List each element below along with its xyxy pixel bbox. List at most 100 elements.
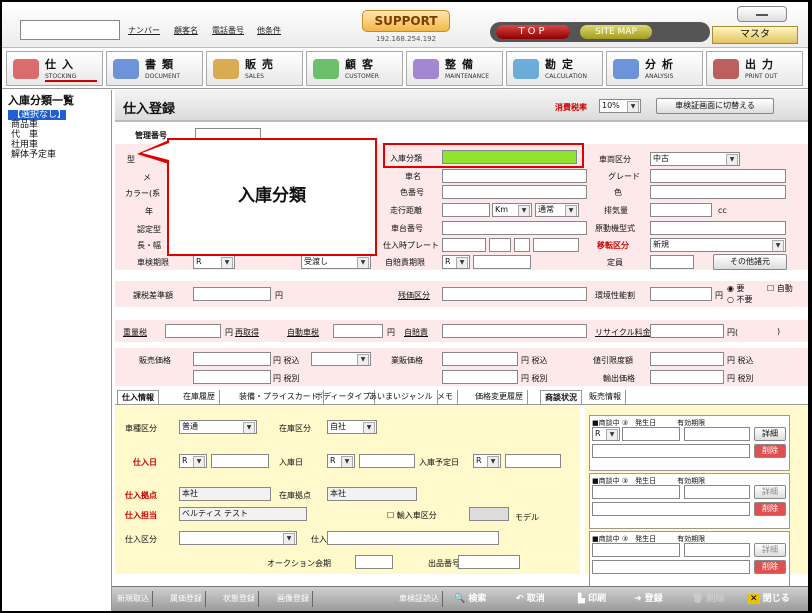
supplier-field[interactable] (327, 531, 499, 545)
purchase-era-select[interactable]: R (179, 454, 207, 468)
import-class-checkbox[interactable]: ☐ 輸入車区分 (387, 510, 437, 521)
residual-field[interactable] (442, 287, 587, 301)
tax-select[interactable]: 10% (599, 99, 641, 113)
stock-base-field[interactable]: 本社 (327, 487, 417, 501)
top-button[interactable]: TOP (496, 25, 570, 39)
weight-tax-label[interactable]: 重量税 (123, 327, 147, 338)
purchase-class-select[interactable] (179, 531, 297, 545)
tab-memo[interactable]: メモ (433, 390, 458, 404)
dealer-price-excl-field[interactable] (442, 370, 518, 384)
negotiation-date-field[interactable] (592, 485, 680, 499)
purchase-staff-field[interactable]: ベルティス テスト (179, 507, 307, 521)
negotiation-note-field[interactable] (592, 444, 750, 458)
nav-stocking[interactable]: 仕入 STOCKING (6, 51, 103, 86)
chassis-field[interactable] (442, 221, 587, 235)
nav-document[interactable]: 書類 DOCUMENT (106, 51, 203, 86)
nav-customer[interactable]: 顧客 CUSTOMER (306, 51, 403, 86)
close-button[interactable]: ✕ 閉じる (748, 590, 790, 608)
auto-tax-field[interactable] (333, 324, 383, 338)
color-field[interactable] (650, 185, 786, 199)
negotiation-era-select[interactable]: R (592, 427, 620, 441)
listing-no-field[interactable] (458, 555, 520, 569)
purchase-date-field[interactable] (211, 454, 269, 468)
receipt-select[interactable]: 受渡し (301, 255, 371, 269)
attribute-register-button[interactable]: 属価登録 (167, 591, 206, 607)
negotiation-note-field[interactable] (592, 560, 750, 574)
arrival-date-field[interactable] (359, 454, 415, 468)
nav-analysis[interactable]: 分析 ANALYSIS (606, 51, 703, 86)
jibai-date-field[interactable] (473, 255, 531, 269)
minimize-button[interactable] (737, 6, 787, 22)
mileage-unit-select[interactable]: Km (492, 203, 532, 217)
discount-limit-field[interactable] (650, 352, 724, 366)
sidebar-item-product-car[interactable]: 商品車 (2, 120, 111, 130)
required-radio[interactable]: ◉ 要 (727, 283, 745, 294)
delete-button[interactable]: 削除 (754, 444, 786, 458)
sales-price-excl-field[interactable] (193, 370, 271, 384)
auto-checkbox[interactable]: ☐ 自動 (767, 283, 793, 294)
taxable-diff-field[interactable] (193, 287, 271, 301)
color-no-field[interactable] (442, 185, 587, 199)
vehicle-class-select[interactable]: 中古 (650, 152, 740, 166)
other-specs-button[interactable]: その他諸元 (713, 254, 787, 270)
arrival-era-select[interactable]: R (327, 454, 355, 468)
tab-purchase-info[interactable]: 仕入情報 (117, 390, 159, 404)
link-number[interactable]: ナンバー (128, 25, 160, 36)
grade-field[interactable] (650, 169, 786, 183)
sidebar-item-company-car[interactable]: 社用車 (2, 140, 111, 150)
detail-button[interactable]: 詳細 (754, 543, 786, 557)
stock-class-select[interactable]: 自社 (327, 420, 377, 434)
jibai-era-select[interactable]: R (442, 255, 470, 269)
new-import-button[interactable]: 新規取込 (114, 591, 153, 607)
negotiation-date-field[interactable] (592, 543, 680, 557)
nav-calculation[interactable]: 勘定 CALCULATION (506, 51, 603, 86)
status-register-button[interactable]: 状態登録 (220, 591, 259, 607)
displacement-field[interactable] (650, 203, 712, 217)
sales-price-incl-field[interactable] (193, 352, 271, 366)
engine-model-field[interactable] (650, 221, 786, 235)
tab-genre[interactable]: あいまいジャンル (365, 390, 438, 404)
sitemap-button[interactable]: SITE MAP (580, 25, 652, 39)
link-phone[interactable]: 電話番号 (212, 25, 244, 36)
delete-button[interactable]: 削除 (754, 502, 786, 516)
master-button[interactable]: マスタ (712, 26, 798, 44)
delete-button[interactable]: 削除 (754, 560, 786, 574)
tab-negotiation[interactable]: 商談状況 (540, 390, 582, 404)
negotiation-expiry-field[interactable] (684, 427, 750, 441)
cancel-button[interactable]: ↶ 取消 (516, 590, 545, 608)
support-button[interactable]: SUPPORT (362, 10, 450, 32)
read-shaken-button[interactable]: 車検証読込 (396, 591, 443, 607)
negotiation-expiry-field[interactable] (684, 543, 750, 557)
mileage-field[interactable] (442, 203, 490, 217)
not-required-radio[interactable]: ○ 不要 (727, 294, 753, 305)
negotiation-date-field[interactable] (622, 427, 680, 441)
link-customer-name[interactable]: 顧客名 (174, 25, 198, 36)
shaken-era-select[interactable]: R (193, 255, 235, 269)
weight-tax-field[interactable] (165, 324, 221, 338)
recycle-label[interactable]: リサイクル料金 (595, 327, 651, 338)
dealer-price-incl-field[interactable] (442, 352, 518, 366)
purchase-base-field[interactable]: 本社 (179, 487, 271, 501)
nav-printout[interactable]: 出力 PRINT OUT (706, 51, 803, 86)
import-class-field[interactable] (469, 507, 509, 521)
quick-search-input[interactable] (20, 20, 120, 40)
nav-maintenance[interactable]: 整備 MAINTENANCE (406, 51, 503, 86)
tab-stock-history[interactable]: 在庫履歴 (179, 390, 220, 404)
sidebar-item-none[interactable]: 【選択なし】 (8, 110, 66, 120)
export-price-field[interactable] (650, 370, 724, 384)
register-button[interactable]: ➜ 登録 (634, 590, 663, 608)
arrival-planned-date-field[interactable] (505, 454, 561, 468)
sidebar-item-loaner[interactable]: 代 車 (2, 130, 111, 140)
switch-shaken-button[interactable]: 車検証画面に切替える (656, 98, 774, 114)
jibaiseki-field[interactable] (442, 324, 587, 338)
negotiation-note-field[interactable] (592, 502, 750, 516)
recycle-field[interactable] (650, 324, 724, 338)
mileage-type-select[interactable]: 通常 (535, 203, 579, 217)
link-other-conditions[interactable]: 他条件 (257, 25, 281, 36)
detail-button[interactable]: 詳細 (754, 485, 786, 499)
car-type-select[interactable]: 普通 (179, 420, 257, 434)
detail-button[interactable]: 詳細 (754, 427, 786, 441)
plate-field-2[interactable] (489, 238, 511, 252)
car-name-field[interactable] (442, 169, 587, 183)
print-button[interactable]: ▙ 印刷 (578, 590, 606, 608)
